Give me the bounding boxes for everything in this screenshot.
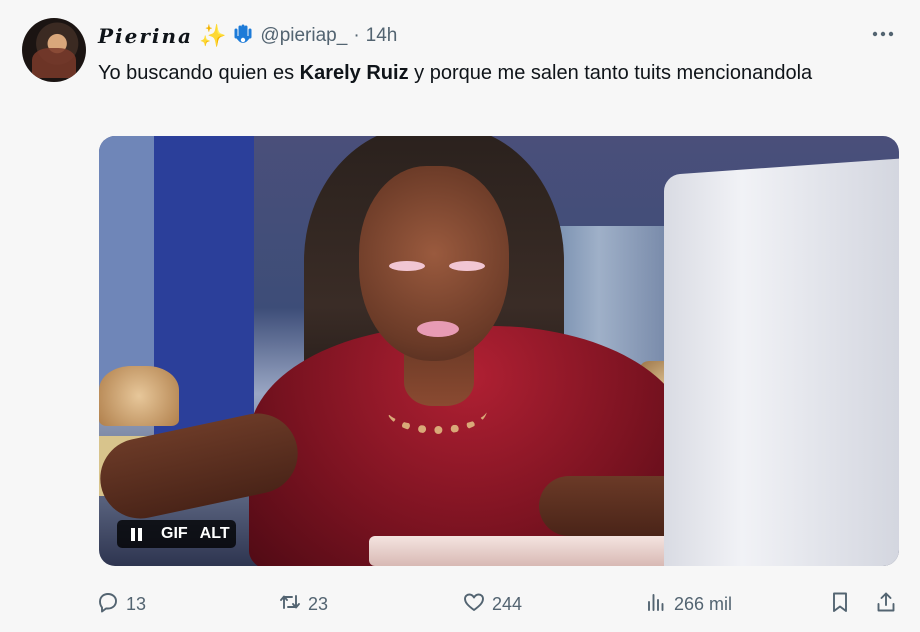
- tweet-text-part2: y porque me salen tanto tuits mencionand…: [408, 62, 813, 84]
- views-icon: [644, 590, 668, 619]
- gif-person: [99, 136, 789, 566]
- tweet-text-mention: Karely Ruiz: [299, 62, 409, 84]
- separator-dot: ·: [353, 25, 360, 46]
- retweet-icon: [278, 590, 302, 619]
- gif-badge: GIF: [155, 520, 194, 548]
- alt-badge[interactable]: ALT: [193, 520, 236, 548]
- share-icon: [874, 590, 898, 619]
- views-count: 266 mil: [674, 593, 733, 614]
- sparkles-icon: ✨: [199, 23, 227, 48]
- retweet-count: 23: [308, 593, 329, 614]
- person-lips: [417, 321, 459, 337]
- like-count: 244: [492, 593, 523, 614]
- tweet-header: Pierina ✨ @pieriap_ · 14h: [98, 22, 900, 50]
- bookmark-icon: [828, 590, 852, 619]
- tweet-text-part1: Yo buscando quien es: [98, 62, 300, 84]
- like-button[interactable]: 244: [462, 588, 522, 620]
- author-name[interactable]: Pierina: [98, 24, 193, 48]
- person-necklace: [387, 386, 487, 434]
- hamsa-icon: [232, 24, 254, 48]
- computer-monitor: [664, 156, 899, 566]
- person-eye-left: [389, 261, 425, 271]
- tweet-time[interactable]: 14h: [366, 25, 398, 47]
- person-eye-right: [449, 261, 485, 271]
- share-button[interactable]: [874, 588, 898, 620]
- views-button[interactable]: 266 mil: [644, 588, 732, 620]
- avatar[interactable]: [22, 18, 86, 82]
- reply-count: 13: [126, 593, 147, 614]
- reply-button[interactable]: 13: [96, 588, 146, 620]
- more-icon[interactable]: [866, 22, 900, 46]
- bookmark-button[interactable]: [828, 588, 852, 620]
- background-lamp: [99, 366, 179, 426]
- reply-icon: [96, 590, 120, 619]
- tweet-gif[interactable]: GIF ALT: [99, 136, 899, 566]
- retweet-button[interactable]: 23: [278, 588, 328, 620]
- author-handle[interactable]: @pieriap_: [260, 25, 347, 47]
- tweet-text: Yo buscando quien es Karely Ruiz y porqu…: [98, 58, 838, 88]
- tweet-actions: 13 23 244 266 mil: [96, 588, 902, 620]
- pause-icon[interactable]: [117, 520, 155, 548]
- person-face: [359, 166, 509, 361]
- heart-icon: [462, 590, 486, 619]
- gif-controls: GIF ALT: [117, 520, 236, 548]
